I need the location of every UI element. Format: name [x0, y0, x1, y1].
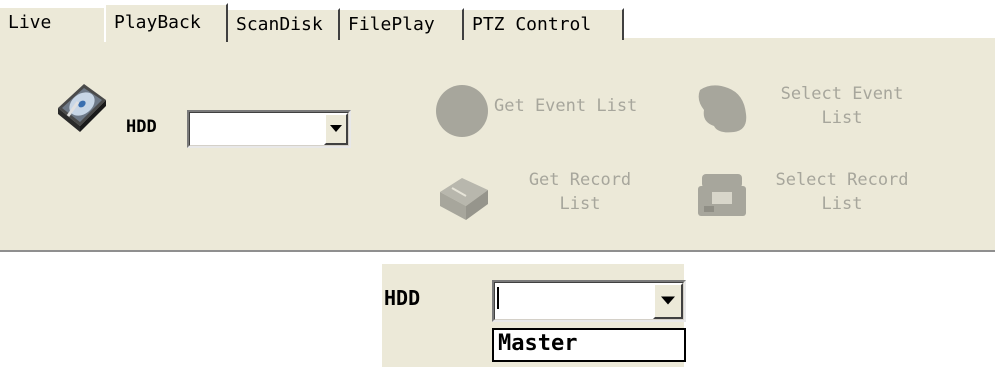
tab-fileplay-label: FilePlay — [348, 14, 435, 35]
playback-panel: HDD Get Event List Select Event List Get… — [0, 42, 995, 252]
get-record-list-label: Get Record List — [502, 168, 658, 216]
select-event-icon — [698, 85, 747, 133]
detail-hdd-label: HDD — [384, 286, 421, 310]
get-record-list-line2: List — [559, 194, 601, 214]
select-event-list-line2: List — [821, 108, 863, 128]
dropdown-option-master[interactable]: Master — [498, 331, 577, 356]
select-event-list-line1: Select Event — [780, 84, 904, 104]
tab-fileplay[interactable]: FilePlay — [340, 8, 464, 40]
tab-ptz-control-label: PTZ Control — [472, 14, 592, 35]
select-event-list-label: Select Event List — [758, 82, 926, 130]
tab-strip: Live PlayBack ScanDisk FilePlay PTZ Cont… — [0, 0, 995, 42]
tab-live-label: Live — [8, 12, 52, 33]
tab-scandisk-label: ScanDisk — [236, 14, 323, 35]
text-caret — [497, 287, 499, 309]
hdd-dropdown-button[interactable] — [324, 113, 348, 145]
event-disc-icon — [436, 85, 488, 137]
tab-playback[interactable]: PlayBack — [104, 3, 228, 42]
hdd-label: HDD — [126, 117, 157, 137]
tab-playback-label: PlayBack — [114, 12, 201, 33]
get-event-list-label: Get Event List — [494, 96, 638, 116]
hdd-dropdown-detail: HDD Master — [382, 264, 686, 367]
tab-live[interactable]: Live — [0, 8, 104, 40]
hdd-select[interactable] — [187, 110, 351, 148]
chevron-down-icon — [330, 125, 342, 132]
detail-hdd-select[interactable] — [492, 280, 686, 322]
select-record-list-label: Select Record List — [758, 168, 926, 216]
tab-scandisk[interactable]: ScanDisk — [228, 8, 340, 40]
hard-disk-icon — [58, 84, 106, 132]
select-record-list-line2: List — [821, 194, 863, 214]
detail-dropdown-button[interactable] — [653, 283, 683, 319]
hdd-dropdown-list: Master — [492, 328, 686, 362]
record-box-icon — [440, 178, 488, 220]
chevron-down-icon — [661, 296, 675, 305]
get-record-list-line1: Get Record — [528, 170, 632, 190]
tab-ptz-control[interactable]: PTZ Control — [464, 8, 624, 40]
select-record-list-line1: Select Record — [775, 170, 909, 190]
select-record-icon — [698, 174, 746, 216]
